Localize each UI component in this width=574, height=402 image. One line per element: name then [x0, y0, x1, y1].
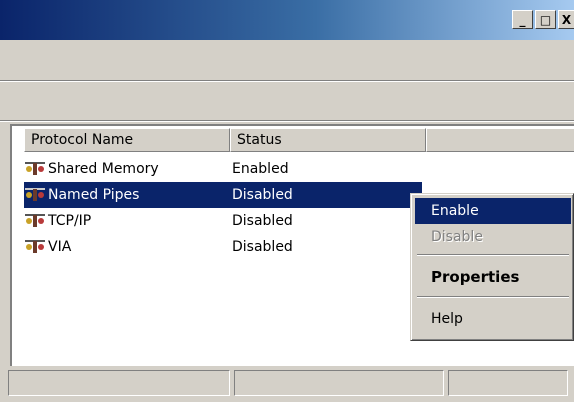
minimize-button[interactable]: _ — [512, 10, 533, 29]
toolbar — [0, 82, 574, 121]
menu-item-enable[interactable]: Enable — [415, 198, 571, 224]
close-button[interactable]: X — [558, 10, 574, 29]
window-controls: _ □ X — [512, 10, 574, 29]
menu-separator — [417, 296, 569, 298]
title-bar: _ □ X — [0, 0, 574, 40]
list-item-via[interactable]: VIA Disabled — [24, 234, 422, 260]
menu-item-help[interactable]: Help — [415, 306, 571, 332]
status-panel — [8, 370, 230, 396]
list-header: Protocol Name Status — [24, 128, 574, 152]
protocol-icon — [25, 188, 45, 201]
status-panel — [234, 370, 444, 396]
protocol-icon — [25, 214, 45, 227]
column-header-protocol-name[interactable]: Protocol Name — [24, 128, 230, 152]
column-header-empty[interactable] — [426, 128, 574, 152]
menu-separator — [417, 254, 569, 256]
protocol-icon — [25, 240, 45, 253]
protocol-name: VIA — [48, 239, 72, 255]
list-item-named-pipes[interactable]: Named Pipes Disabled — [24, 182, 422, 208]
status-panel — [448, 370, 568, 396]
menu-bar — [0, 40, 574, 81]
protocol-status: Disabled — [232, 213, 293, 229]
list-item-shared-memory[interactable]: Shared Memory Enabled — [24, 156, 422, 182]
column-header-status[interactable]: Status — [230, 128, 426, 152]
protocol-name: Named Pipes — [48, 187, 140, 203]
protocol-name: Shared Memory — [48, 161, 159, 177]
protocol-status: Enabled — [232, 161, 289, 177]
status-bar — [0, 370, 574, 402]
protocol-name: TCP/IP — [48, 213, 92, 229]
menu-item-disable: Disable — [431, 229, 483, 245]
context-menu: Enable Disable Properties Help — [410, 193, 574, 341]
protocol-status: Disabled — [232, 239, 293, 255]
protocol-icon — [25, 162, 45, 175]
menu-item-properties[interactable]: Properties — [415, 264, 571, 290]
maximize-button[interactable]: □ — [535, 10, 556, 29]
protocol-status: Disabled — [224, 187, 422, 203]
list-item-tcp-ip[interactable]: TCP/IP Disabled — [24, 208, 422, 234]
